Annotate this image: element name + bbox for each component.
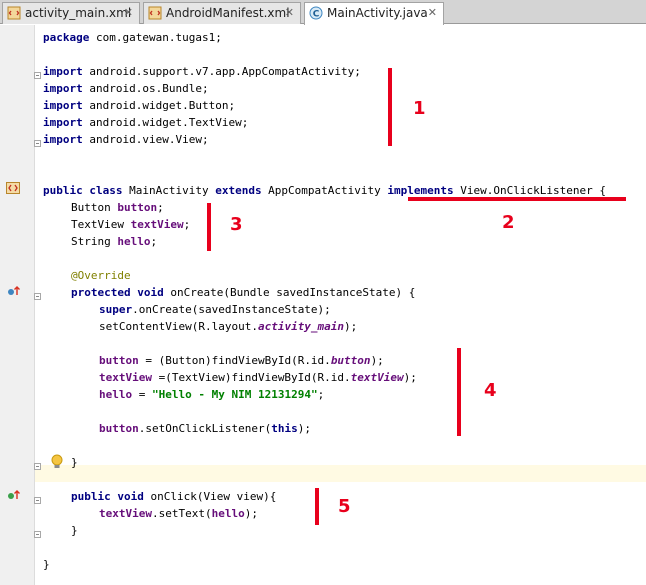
code-line: protected void onCreate(Bundle savedInst… (71, 286, 416, 299)
fold-marker[interactable] (34, 463, 41, 470)
code-line: textView.setText(hello); (99, 507, 258, 520)
code-line: import android.widget.TextView; (43, 116, 249, 129)
close-icon[interactable]: ✕ (285, 3, 294, 23)
override-method-icon[interactable] (7, 285, 21, 297)
tab-android-manifest-xml[interactable]: AndroidManifest.xml ✕ (143, 2, 301, 24)
editor-gutter (0, 25, 34, 585)
code-line: package com.gatewan.tugas1; (43, 31, 222, 44)
editor-tab-bar: activity_main.xml ✕ AndroidManifest.xml … (0, 0, 646, 25)
fold-marker[interactable] (34, 72, 41, 79)
close-icon[interactable]: ✕ (428, 3, 437, 23)
code-line: import android.widget.Button; (43, 99, 236, 112)
annotation-bar-1 (388, 68, 392, 146)
code-line: String hello; (71, 235, 158, 248)
code-line: } (43, 558, 50, 571)
code-line: import android.os.Bundle; (43, 82, 209, 95)
code-line: textView =(TextView)findViewById(R.id.te… (99, 371, 417, 384)
annotation-number-1: 1 (413, 98, 426, 119)
code-line: import android.support.v7.app.AppCompatA… (43, 65, 361, 78)
annotation-underline-2 (408, 197, 626, 201)
code-line: public void onClick(View view){ (71, 490, 277, 503)
annotation-number-3: 3 (230, 214, 243, 235)
code-line: } (71, 524, 78, 537)
annotation-bar-4 (457, 348, 461, 436)
annotation-number-2: 2 (502, 212, 515, 233)
code-line: super.onCreate(savedInstanceState); (99, 303, 331, 316)
tab-main-activity-java[interactable]: C MainActivity.java ✕ (304, 2, 444, 25)
svg-text:C: C (313, 10, 320, 20)
fold-marker[interactable] (34, 497, 41, 504)
xml-file-icon (148, 6, 162, 20)
annotation-bar-3 (207, 203, 211, 251)
code-line: hello = "Hello - My NIM 12131294"; (99, 388, 325, 401)
annotation-number-5: 5 (338, 496, 351, 517)
code-line: setContentView(R.layout.activity_main); (99, 320, 358, 333)
xml-file-icon (7, 6, 21, 20)
code-line: @Override (71, 269, 131, 282)
lightbulb-icon[interactable] (50, 454, 64, 470)
annotation-bar-5 (315, 488, 319, 525)
fold-marker[interactable] (34, 140, 41, 147)
class-implements-icon[interactable] (6, 182, 20, 194)
annotation-number-4: 4 (484, 380, 497, 401)
tab-label: MainActivity.java (327, 6, 428, 20)
java-class-icon: C (309, 6, 323, 20)
code-line: import android.view.View; (43, 133, 209, 146)
code-line: Button button; (71, 201, 164, 214)
tab-label: activity_main.xml (25, 6, 132, 20)
tab-label: AndroidManifest.xml (166, 6, 290, 20)
code-line: TextView textView; (71, 218, 191, 231)
fold-marker[interactable] (34, 531, 41, 538)
code-line: button.setOnClickListener(this); (99, 422, 311, 435)
implement-method-icon[interactable] (7, 489, 21, 501)
code-line: button = (Button)findViewById(R.id.butto… (99, 354, 384, 367)
close-icon[interactable]: ✕ (124, 3, 133, 23)
fold-marker[interactable] (34, 293, 41, 300)
tab-activity-main-xml[interactable]: activity_main.xml ✕ (2, 2, 140, 24)
code-line: } (71, 456, 78, 469)
current-line-highlight (0, 465, 646, 482)
